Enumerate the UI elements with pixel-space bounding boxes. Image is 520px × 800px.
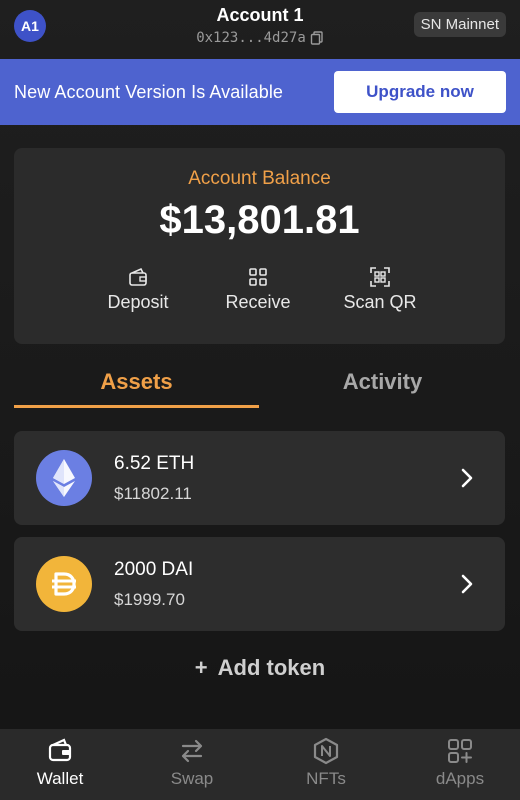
account-name: Account 1 — [216, 5, 304, 25]
qr-grid-icon — [249, 268, 267, 286]
account-selector[interactable]: Account 1 0x123...4d27a — [160, 5, 360, 46]
scan-qr-icon — [370, 267, 390, 287]
nav-nfts-label: NFTs — [306, 769, 346, 788]
asset-amount: 2000 DAI — [114, 559, 194, 580]
deposit-label: Deposit — [107, 292, 169, 312]
balance-card: Account Balance $13,801.81 Deposit Recei… — [14, 148, 505, 344]
nav-swap-label: Swap — [170, 769, 214, 788]
eth-icon — [36, 450, 92, 506]
receive-label: Receive — [225, 292, 291, 312]
copy-icon[interactable] — [310, 31, 324, 45]
tabs: Assets Activity — [14, 360, 505, 410]
chevron-right-icon — [461, 468, 473, 488]
nav-dapps-label: dApps — [435, 769, 485, 788]
upgrade-banner: New Account Version Is Available Upgrade… — [0, 59, 520, 125]
wallet-icon — [48, 738, 72, 762]
network-label: SN Mainnet — [420, 16, 499, 33]
balance-value: $13,801.81 — [159, 198, 360, 242]
network-badge[interactable]: SN Mainnet — [413, 12, 506, 37]
receive-button[interactable]: Receive — [193, 266, 323, 313]
scan-qr-button[interactable]: Scan QR — [315, 266, 445, 313]
upgrade-now-button[interactable]: Upgrade now — [334, 71, 506, 113]
nav-dapps[interactable]: dApps — [400, 737, 520, 789]
account-address-row[interactable]: 0x123...4d27a — [160, 30, 360, 46]
asset-row-dai[interactable]: 2000 DAI $1999.70 — [14, 537, 505, 631]
nft-hexagon-icon — [313, 737, 339, 765]
banner-message: New Account Version Is Available — [14, 81, 284, 102]
add-token-button[interactable]: + Add token — [0, 655, 520, 681]
scan-qr-label: Scan QR — [343, 292, 417, 312]
nav-wallet[interactable]: Wallet — [0, 737, 120, 789]
tab-activity[interactable]: Activity — [260, 360, 505, 408]
swap-arrows-icon — [181, 739, 203, 763]
wallet-app: A1 Account 1 0x123...4d27a SN Mainnet Ne… — [0, 0, 520, 800]
dai-icon — [36, 556, 92, 612]
avatar-initials: A1 — [21, 18, 39, 34]
tab-assets[interactable]: Assets — [14, 360, 259, 408]
plus-icon: + — [194, 655, 208, 680]
balance-label: Account Balance — [188, 168, 331, 189]
bottom-nav: Wallet Swap NFTs dApps — [0, 729, 520, 800]
chevron-right-icon — [461, 574, 473, 594]
account-avatar[interactable]: A1 — [14, 10, 46, 42]
nav-swap[interactable]: Swap — [132, 737, 252, 789]
asset-row-eth[interactable]: 6.52 ETH $11802.11 — [14, 431, 505, 525]
nav-wallet-label: Wallet — [36, 769, 84, 788]
asset-amount: 6.52 ETH — [114, 453, 195, 474]
add-token-label: Add token — [217, 655, 326, 680]
deposit-button[interactable]: Deposit — [73, 266, 203, 313]
asset-value: $11802.11 — [114, 484, 192, 503]
header: A1 Account 1 0x123...4d27a SN Mainnet — [0, 0, 520, 60]
nav-nfts[interactable]: NFTs — [266, 737, 386, 789]
asset-value: $1999.70 — [114, 590, 185, 609]
apps-grid-icon — [448, 739, 472, 763]
account-address: 0x123...4d27a — [196, 30, 306, 46]
wallet-icon — [129, 267, 147, 286]
